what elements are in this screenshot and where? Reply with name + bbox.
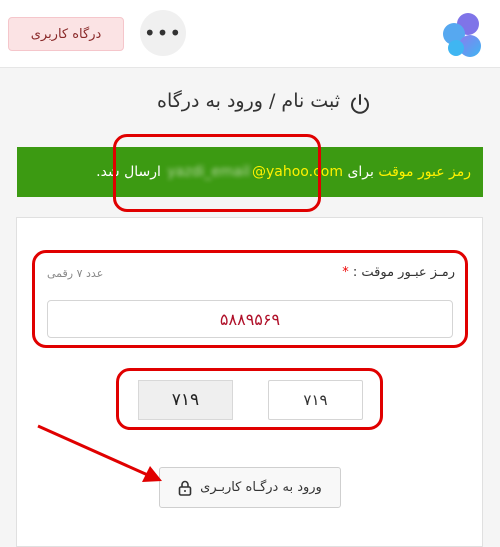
alert-email: yazdi_email @yahoo.com — [165, 164, 343, 180]
more-options-button[interactable]: ••• — [140, 10, 186, 56]
temp-password-hint: عدد ۷ رقمی — [47, 267, 104, 280]
alert-text-end: ارسال شد. — [96, 164, 161, 180]
captcha-input[interactable] — [268, 380, 363, 420]
login-button-label: ورود به درگـاه کاربـری — [200, 480, 322, 495]
alert-email-domain: @yahoo.com — [252, 164, 343, 180]
page-title: ثبت نام / ورود به درگاه — [156, 90, 340, 112]
alert-text-start: رمز عبور موقت — [378, 164, 471, 180]
power-icon — [351, 94, 369, 114]
alert-email-hidden: yazdi_email — [167, 164, 250, 180]
success-alert: رمز عبور موقت برای yazdi_email @yahoo.com… — [17, 147, 483, 197]
top-bar: ••• درگاه کاربری — [0, 0, 500, 68]
required-mark: * — [342, 265, 349, 280]
temp-password-label: رمـز عبـور موقت : * — [342, 265, 455, 280]
captcha-image: ۷۱۹ — [138, 380, 233, 420]
temp-password-input[interactable] — [47, 300, 453, 338]
alert-text-for: برای — [347, 164, 374, 180]
temp-password-label-text: رمـز عبـور موقت : — [352, 265, 455, 280]
lock-icon — [178, 480, 192, 496]
logo-icon[interactable] — [438, 10, 488, 60]
login-portal-button[interactable]: ورود به درگـاه کاربـری — [159, 467, 341, 508]
user-portal-button[interactable]: درگاه کاربری — [8, 17, 124, 51]
